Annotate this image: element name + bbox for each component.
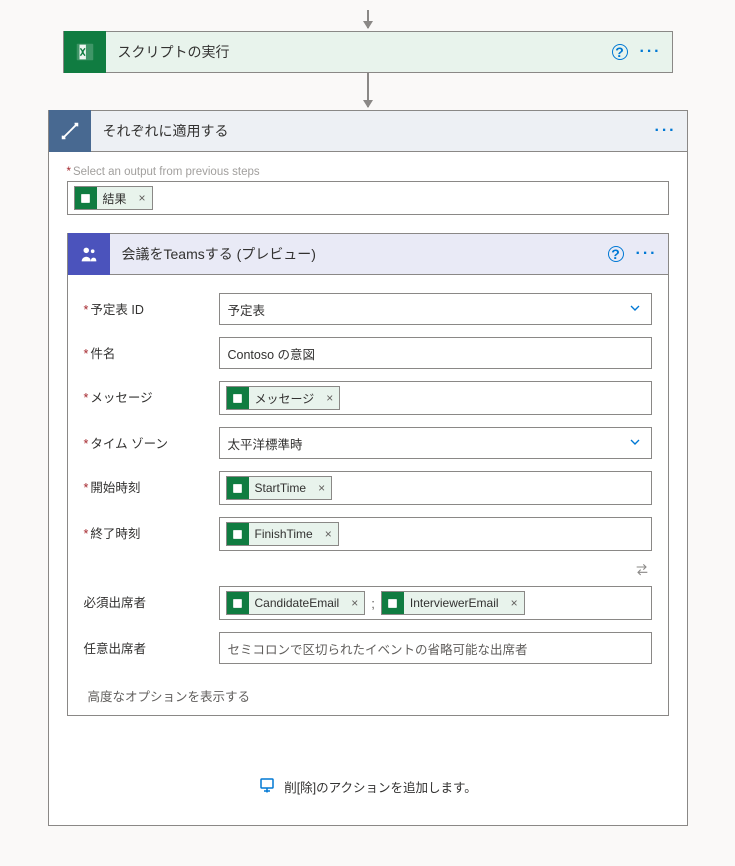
optional-attendees-input[interactable]: セミコロンで区切られたイベントの省略可能な出席者 (219, 632, 652, 664)
teams-meeting-body: *予定表 ID 予定表 *件名 (67, 275, 669, 716)
apply-to-each-node[interactable]: それぞれに適用する ··· (48, 110, 688, 152)
chevron-down-icon (627, 300, 643, 319)
message-field[interactable]: メッセージ × (219, 381, 652, 415)
loop-icon (49, 110, 91, 152)
token-starttime[interactable]: StartTime × (226, 476, 333, 500)
chevron-down-icon (627, 434, 643, 453)
token-remove-icon[interactable]: × (319, 527, 338, 541)
teams-icon (68, 233, 110, 275)
run-script-node[interactable]: スクリプトの実行 ? ··· (63, 31, 673, 73)
apply-to-each-title: それぞれに適用する (91, 121, 655, 141)
help-icon[interactable]: ? (608, 246, 624, 262)
excel-icon (382, 592, 404, 614)
swap-icon[interactable] (634, 561, 650, 580)
token-remove-icon[interactable]: × (133, 191, 152, 205)
required-attendees-field[interactable]: CandidateEmail × ; InterviewerEmail × (219, 586, 652, 620)
help-icon[interactable]: ? (612, 44, 628, 60)
subject-input[interactable]: Contoso の意図 (219, 337, 652, 369)
excel-icon (227, 387, 249, 409)
calendar-id-select[interactable]: 予定表 (219, 293, 652, 325)
token-message[interactable]: メッセージ × (226, 386, 341, 410)
required-attendees-label: 必須出席者 (84, 596, 147, 610)
start-time-field[interactable]: StartTime × (219, 471, 652, 505)
token-remove-icon[interactable]: × (345, 596, 364, 610)
excel-icon (227, 592, 249, 614)
token-remove-icon[interactable]: × (312, 481, 331, 495)
token-intervieweremail[interactable]: InterviewerEmail × (381, 591, 525, 615)
flow-arrow (367, 10, 369, 28)
excel-icon (64, 31, 106, 73)
excel-icon (75, 187, 97, 209)
run-script-title: スクリプトの実行 (106, 42, 612, 62)
flow-arrow (367, 73, 369, 107)
add-action-button[interactable]: 削[除]のアクションを追加します。 (67, 776, 669, 797)
subject-label: 件名 (90, 347, 115, 361)
excel-icon (227, 477, 249, 499)
end-time-label: 終了時刻 (90, 527, 140, 541)
add-action-icon (258, 776, 276, 797)
token-result[interactable]: 結果 × (74, 186, 153, 210)
token-finishtime[interactable]: FinishTime × (226, 522, 339, 546)
start-time-label: 開始時刻 (90, 481, 140, 495)
timezone-label: タイム ゾーン (90, 437, 168, 451)
end-time-field[interactable]: FinishTime × (219, 517, 652, 551)
teams-meeting-title: 会議をTeamsする (プレビュー) (110, 244, 608, 264)
show-advanced-options-link[interactable]: 高度なオプションを表示する (84, 670, 652, 705)
output-prompt-label: Select an output from previous steps (73, 166, 260, 178)
message-label: メッセージ (90, 391, 152, 405)
apply-to-each-body: *Select an output from previous steps 結果… (48, 152, 688, 826)
excel-icon (227, 523, 249, 545)
output-from-previous-field[interactable]: 結果 × (67, 181, 669, 215)
calendar-id-label: 予定表 ID (90, 303, 143, 317)
timezone-select[interactable]: 太平洋標準時 (219, 427, 652, 459)
teams-meeting-node[interactable]: 会議をTeamsする (プレビュー) ? ··· (67, 233, 669, 275)
token-remove-icon[interactable]: × (505, 596, 524, 610)
token-remove-icon[interactable]: × (320, 391, 339, 405)
optional-attendees-label: 任意出席者 (84, 642, 147, 656)
token-candidateemail[interactable]: CandidateEmail × (226, 591, 366, 615)
separator: ; (369, 596, 377, 611)
